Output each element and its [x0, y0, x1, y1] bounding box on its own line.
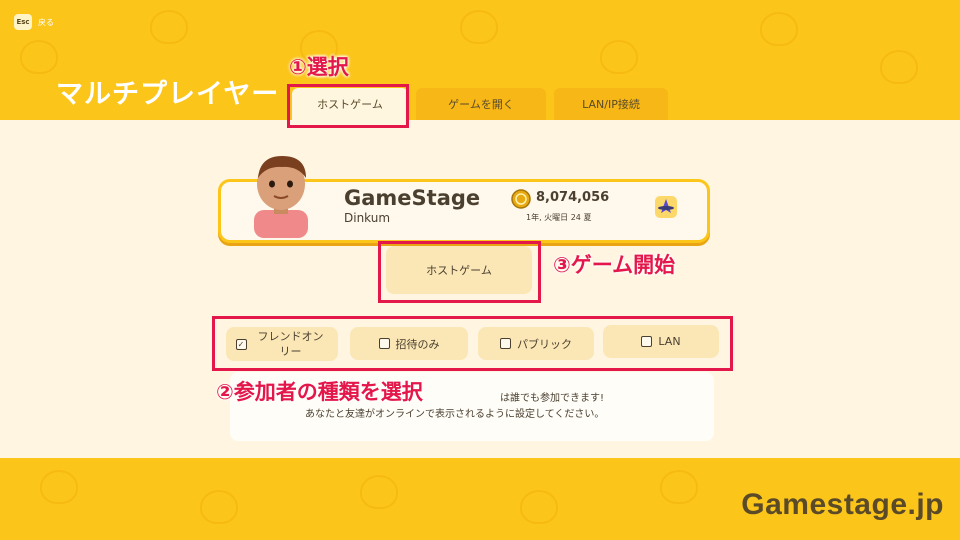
description-line-2: あなたと友達がオンラインで表示されるように設定してください。 [305, 409, 605, 420]
highlight-host-button [378, 241, 541, 303]
tab-open-game[interactable]: ゲームを開く [416, 88, 546, 120]
description-line-1: は誰でも参加できます! [500, 393, 605, 404]
island-name: Dinkum [344, 211, 391, 225]
island-badge-icon [654, 195, 678, 219]
avatar [248, 152, 314, 238]
annotation-select: ①選択 [289, 55, 349, 79]
back-label: 戻る [38, 17, 54, 27]
watermark: Gamestage.jp [741, 488, 944, 521]
coin-count: 8,074,056 [536, 190, 610, 205]
highlight-options [212, 316, 733, 371]
player-name: GameStage [344, 186, 481, 210]
back-button[interactable]: Esc 戻る [14, 14, 54, 30]
tab-lan-ip[interactable]: LAN/IP接続 [554, 88, 668, 120]
game-date: 1年, 火曜日 24 夏 [526, 213, 592, 222]
coin-icon [511, 189, 531, 209]
page-title: マルチプレイヤー [56, 79, 280, 110]
esc-key-icon: Esc [14, 14, 32, 30]
highlight-tab [287, 84, 409, 128]
annotation-start-game: ③ゲーム開始 [553, 253, 676, 277]
annotation-participant-type: ②参加者の種類を選択 [216, 380, 423, 404]
